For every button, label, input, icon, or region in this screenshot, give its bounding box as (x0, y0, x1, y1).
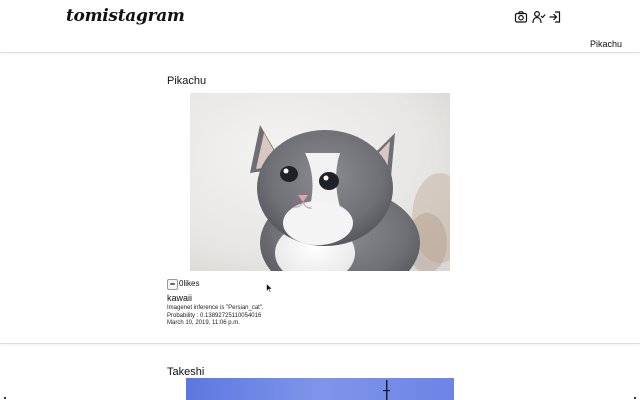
probability-text: Probability : 0.13892725110054016 (167, 313, 262, 319)
header-divider (0, 52, 640, 53)
page-edge-mark-right (634, 397, 636, 399)
post-date: March 10, 2019, 11:06 p.m. (167, 320, 240, 326)
post-caption: kawaii (167, 293, 193, 303)
like-button[interactable] (167, 279, 178, 290)
logout-icon[interactable] (548, 10, 562, 24)
header: tomistagram Pikachu (0, 0, 640, 52)
camera-icon[interactable] (514, 10, 528, 24)
header-username[interactable]: Pikachu (590, 39, 622, 49)
logo[interactable]: tomistagram (66, 6, 185, 26)
mouse-cursor-icon (266, 283, 273, 293)
user-check-icon[interactable] (532, 10, 546, 24)
inference-text: Imagenet inference is "Persian_cat". (167, 305, 264, 311)
post-author[interactable]: Takeshi (167, 366, 204, 378)
likes-count: 0likes (179, 279, 200, 288)
post-author[interactable]: Pikachu (167, 75, 206, 87)
page-edge-mark-left (4, 397, 6, 399)
post-photo-sky (186, 378, 454, 400)
post-divider (0, 343, 640, 344)
post-photo-kitten (190, 93, 450, 271)
